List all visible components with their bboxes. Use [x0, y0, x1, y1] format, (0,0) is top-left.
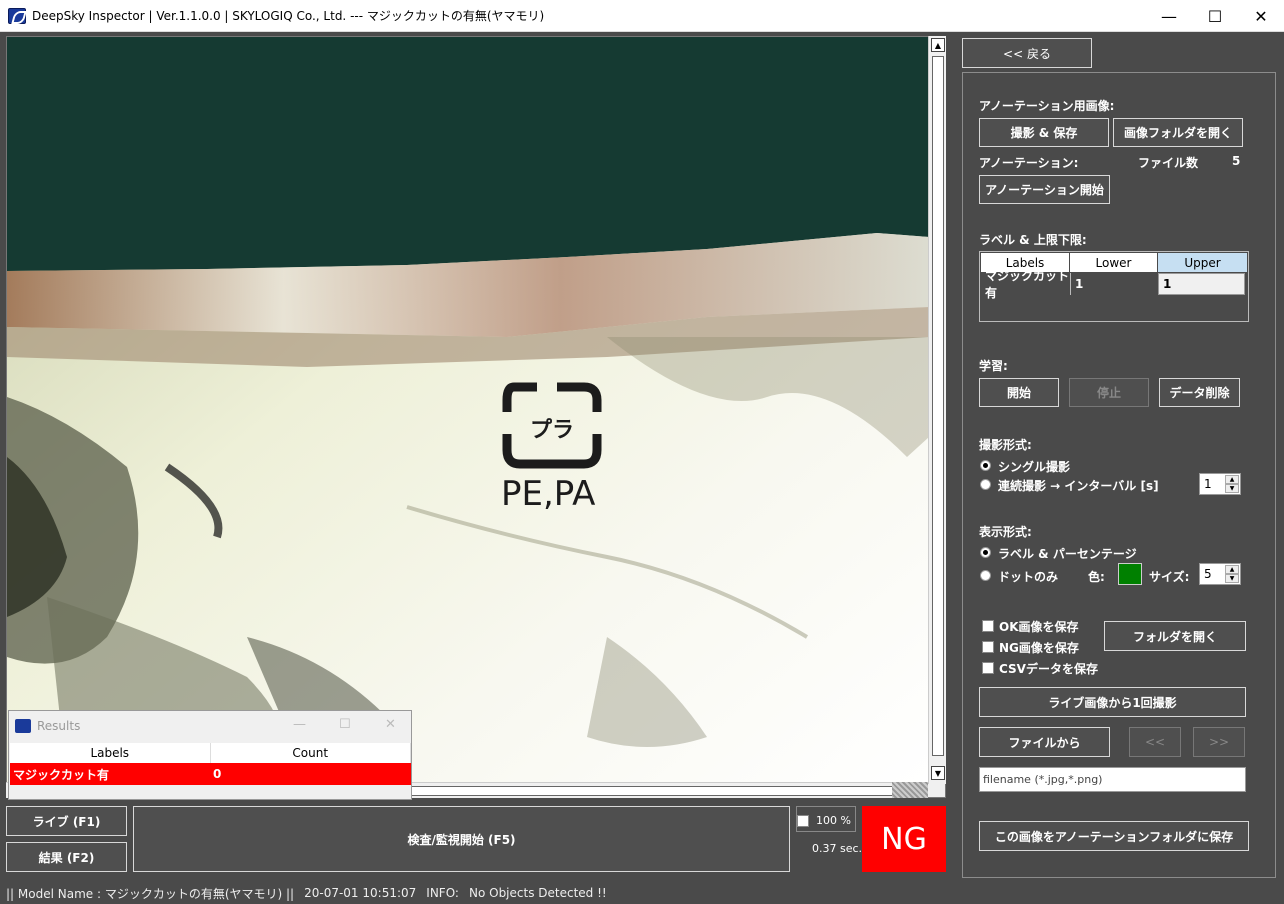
display-mode-heading: 表示形式:: [979, 525, 1032, 539]
image-viewer[interactable]: プラ PE,PA: [6, 36, 946, 798]
previous-image-button[interactable]: <<: [1129, 727, 1181, 757]
close-icon[interactable]: ✕: [385, 717, 396, 732]
save-to-annotation-button[interactable]: この画像をアノーテーションフォルダに保存: [979, 821, 1249, 851]
save-ng-checkbox[interactable]: [982, 641, 994, 653]
file-count-value: 5: [1232, 154, 1241, 168]
save-ok-label: OK画像を保存: [999, 620, 1079, 634]
interval-stepper[interactable]: 1 ▲ ▼: [1199, 473, 1241, 495]
column-header: Lower: [1070, 253, 1157, 272]
save-ok-checkbox[interactable]: [982, 620, 994, 632]
decrement-icon[interactable]: ▼: [1225, 574, 1239, 583]
scroll-down-icon[interactable]: ▼: [931, 766, 945, 780]
minimize-icon[interactable]: —: [293, 717, 306, 732]
single-capture-label: シングル撮影: [998, 460, 1071, 474]
limit-label-cell: マジックカット有: [981, 269, 1069, 300]
learn-start-button[interactable]: 開始: [979, 378, 1059, 407]
resize-grip[interactable]: [892, 782, 928, 798]
results-title-bar: Results — ☐ ✕: [9, 711, 411, 741]
size-value: 5: [1204, 567, 1212, 581]
status-indicator: NG: [862, 806, 946, 872]
live-button[interactable]: ライブ (F1): [6, 806, 127, 836]
upper-limit-cell[interactable]: 1: [1158, 273, 1245, 295]
datetime-text: 20-07-01 10:51:07: [304, 886, 417, 900]
annotation-image-heading: アノーテーション用画像:: [979, 99, 1115, 113]
maximize-icon[interactable]: ☐: [339, 717, 351, 732]
table-row[interactable]: マジックカット有 0: [10, 763, 411, 785]
next-image-button[interactable]: >>: [1193, 727, 1245, 757]
maximize-button[interactable]: ☐: [1192, 0, 1238, 32]
limits-table[interactable]: Labels Lower Upper マジックカット有 1 1: [979, 251, 1249, 322]
result-label-cell: マジックカット有: [10, 763, 210, 785]
lower-limit-cell[interactable]: 1: [1070, 273, 1157, 295]
app-logo-icon: [15, 719, 31, 733]
capture-once-button[interactable]: ライブ画像から1回撮影: [979, 687, 1246, 717]
decrement-icon[interactable]: ▼: [1225, 484, 1239, 493]
dots-only-label: ドットのみ: [998, 570, 1059, 584]
result-button[interactable]: 結果 (F2): [6, 842, 127, 872]
window-title: DeepSky Inspector | Ver.1.1.0.0 | SKYLOG…: [32, 9, 545, 23]
annotation-heading: アノーテーション:: [979, 156, 1079, 170]
label-percent-label: ラベル & パーセンテージ: [998, 547, 1137, 561]
continuous-capture-radio[interactable]: [980, 479, 991, 490]
color-label: 色:: [1088, 570, 1105, 584]
increment-icon[interactable]: ▲: [1225, 475, 1239, 484]
vertical-scrollbar[interactable]: ▲ ▼: [928, 36, 946, 784]
open-image-folder-button[interactable]: 画像フォルダを開く: [1113, 118, 1243, 147]
increment-icon[interactable]: ▲: [1225, 565, 1239, 574]
continuous-capture-label: 連続撮影 → インターバル [s]: [998, 479, 1159, 493]
back-button[interactable]: << 戻る: [962, 38, 1092, 68]
learning-heading: 学習:: [979, 359, 1008, 373]
open-folder-button[interactable]: フォルダを開く: [1104, 621, 1246, 651]
start-annotation-button[interactable]: アノーテーション開始: [979, 175, 1110, 204]
label-limits-heading: ラベル & 上限下限:: [979, 233, 1087, 247]
size-stepper[interactable]: 5 ▲ ▼: [1199, 563, 1241, 585]
info-text: No Objects Detected !!: [468, 886, 607, 900]
app-logo-icon: [8, 7, 26, 24]
recycle-mark-text: プラ: [530, 418, 574, 443]
info-label: INFO:: [426, 886, 459, 900]
zoom-box[interactable]: [796, 806, 856, 832]
model-name-text: || Model Name : マジックカットの有無(ヤマモリ) ||: [6, 886, 295, 901]
capture-save-button[interactable]: 撮影 & 保存: [979, 118, 1109, 147]
title-bar: DeepSky Inspector | Ver.1.1.0.0 | SKYLOG…: [0, 0, 1284, 32]
filename-input[interactable]: filename (*.jpg,*.png): [979, 767, 1246, 792]
inspect-start-button[interactable]: 検査/監視開始 (F5): [133, 806, 790, 872]
result-count-cell: 0: [210, 763, 411, 785]
close-button[interactable]: ✕: [1238, 0, 1284, 32]
results-title: Results: [37, 719, 81, 733]
save-csv-label: CSVデータを保存: [999, 662, 1098, 676]
results-table: Labels Count マジックカット有 0: [10, 743, 411, 785]
size-label: サイズ:: [1149, 570, 1190, 584]
file-count-label: ファイル数: [1138, 156, 1199, 170]
learn-stop-button[interactable]: 停止: [1069, 378, 1149, 407]
capture-mode-heading: 撮影形式:: [979, 438, 1032, 452]
scroll-up-icon[interactable]: ▲: [931, 38, 945, 52]
column-header: Labels: [10, 743, 211, 763]
minimize-button[interactable]: —: [1146, 0, 1192, 32]
interval-value: 1: [1204, 477, 1212, 491]
label-percent-radio[interactable]: [980, 547, 991, 558]
dots-only-radio[interactable]: [980, 570, 991, 581]
dot-color-swatch[interactable]: [1118, 563, 1142, 585]
status-bar: || Model Name : マジックカットの有無(ヤマモリ) || 20-0…: [0, 882, 1284, 904]
scroll-thumb[interactable]: [932, 56, 944, 756]
delete-data-button[interactable]: データ削除: [1159, 378, 1240, 407]
column-header: Upper: [1158, 253, 1247, 272]
results-window[interactable]: Results — ☐ ✕ Labels Count マジックカット有 0: [8, 710, 412, 800]
camera-image: プラ PE,PA: [7, 37, 929, 783]
from-file-button[interactable]: ファイルから: [979, 727, 1110, 757]
single-capture-radio[interactable]: [980, 460, 991, 471]
save-csv-checkbox[interactable]: [982, 662, 994, 674]
save-ng-label: NG画像を保存: [999, 641, 1079, 655]
column-header: Count: [210, 743, 411, 763]
package-material-text: PE,PA: [501, 474, 595, 514]
time-label: 0.37 sec.: [812, 842, 863, 855]
